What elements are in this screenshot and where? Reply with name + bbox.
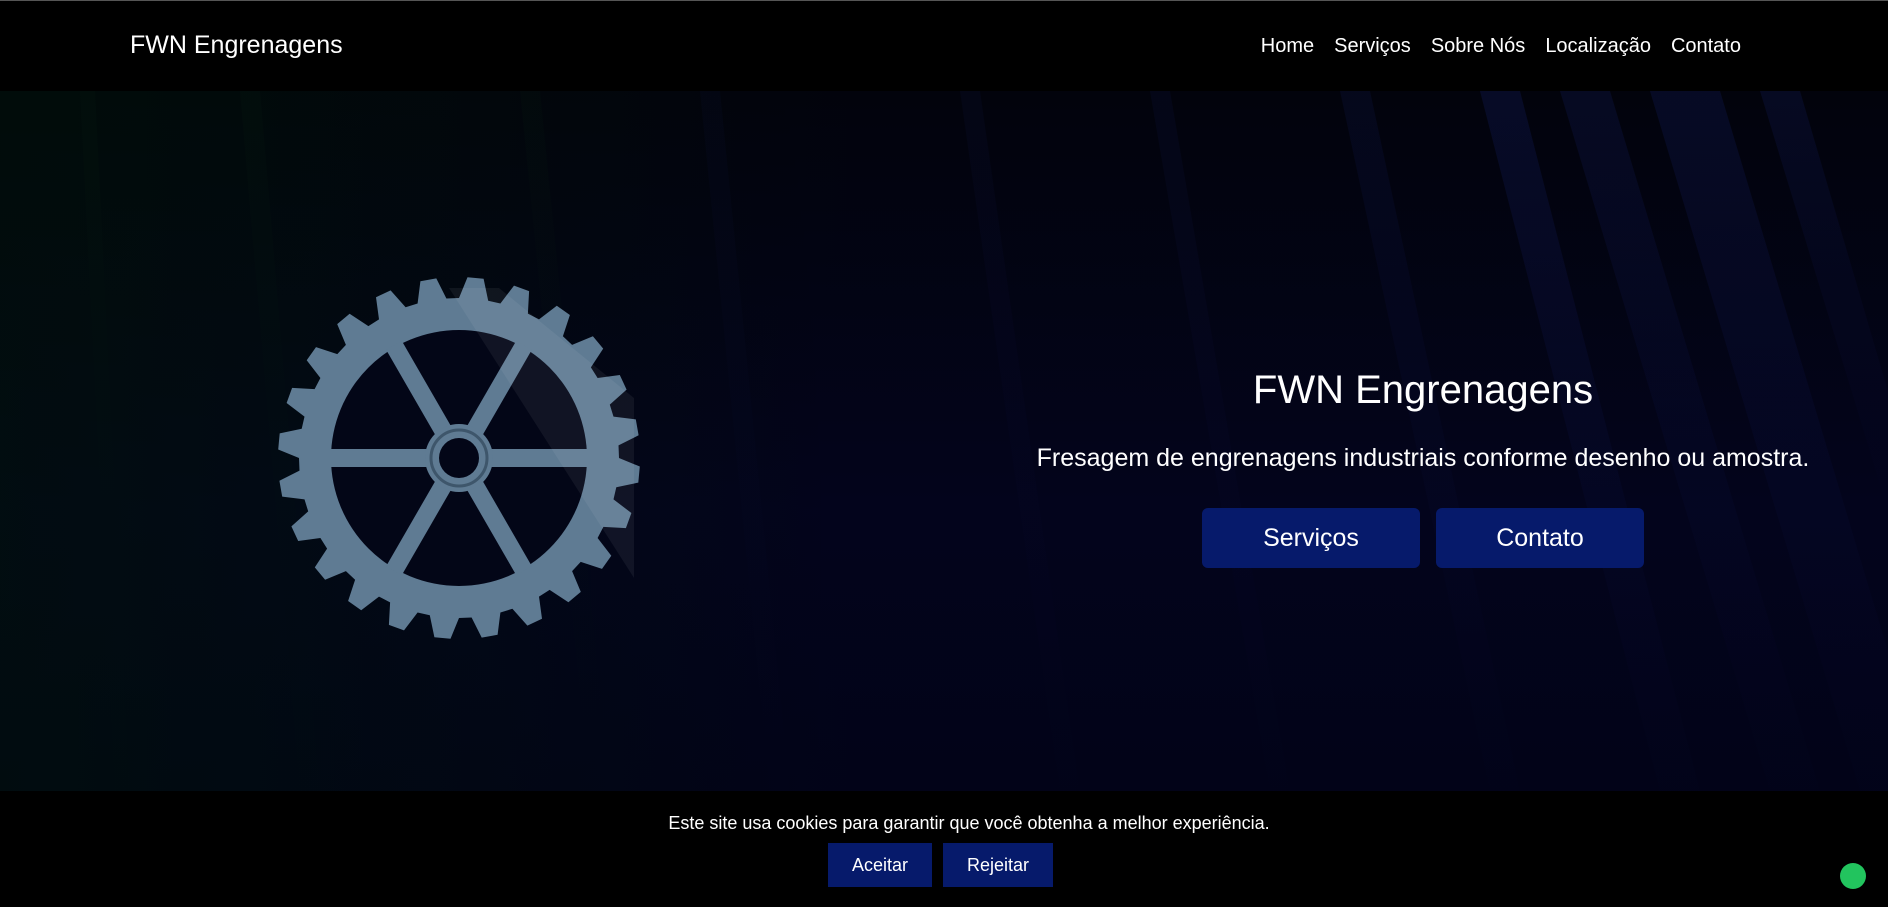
cookie-message: Este site usa cookies para garantir que … xyxy=(668,813,1270,833)
page: FWN Engrenagens Home Serviços Sobre Nós … xyxy=(0,0,1888,907)
hero-section: FWN Engrenagens Fresagem de engrenagens … xyxy=(0,91,1888,791)
cookie-accept-button[interactable]: Aceitar xyxy=(828,843,932,887)
main-nav: Home Serviços Sobre Nós Localização Cont… xyxy=(1261,35,1741,58)
site-header: FWN Engrenagens Home Serviços Sobre Nós … xyxy=(0,0,1888,91)
nav-servicos[interactable]: Serviços xyxy=(1334,35,1411,58)
nav-sobre-nos[interactable]: Sobre Nós xyxy=(1431,35,1526,58)
hero-buttons: Serviços Contato xyxy=(1000,508,1846,568)
cookie-buttons: Aceitar Rejeitar xyxy=(828,843,1053,887)
nav-localizacao[interactable]: Localização xyxy=(1545,35,1651,58)
hero-title: FWN Engrenagens xyxy=(1252,368,1594,412)
brand-link[interactable]: FWN Engrenagens xyxy=(130,31,343,60)
servicos-button[interactable]: Serviços xyxy=(1202,508,1420,568)
gear-icon xyxy=(278,277,640,639)
cookie-banner: Este site usa cookies para garantir que … xyxy=(0,791,1888,907)
status-dot-icon[interactable] xyxy=(1840,863,1866,889)
cookie-reject-button[interactable]: Rejeitar xyxy=(943,843,1053,887)
gear-hub-hole xyxy=(439,438,479,478)
nav-home[interactable]: Home xyxy=(1261,35,1314,58)
hero-subtitle: Fresagem de engrenagens industriais conf… xyxy=(1036,444,1810,472)
nav-contato[interactable]: Contato xyxy=(1671,35,1741,58)
hero-content: FWN Engrenagens Fresagem de engrenagens … xyxy=(1000,366,1846,568)
contato-button[interactable]: Contato xyxy=(1436,508,1644,568)
